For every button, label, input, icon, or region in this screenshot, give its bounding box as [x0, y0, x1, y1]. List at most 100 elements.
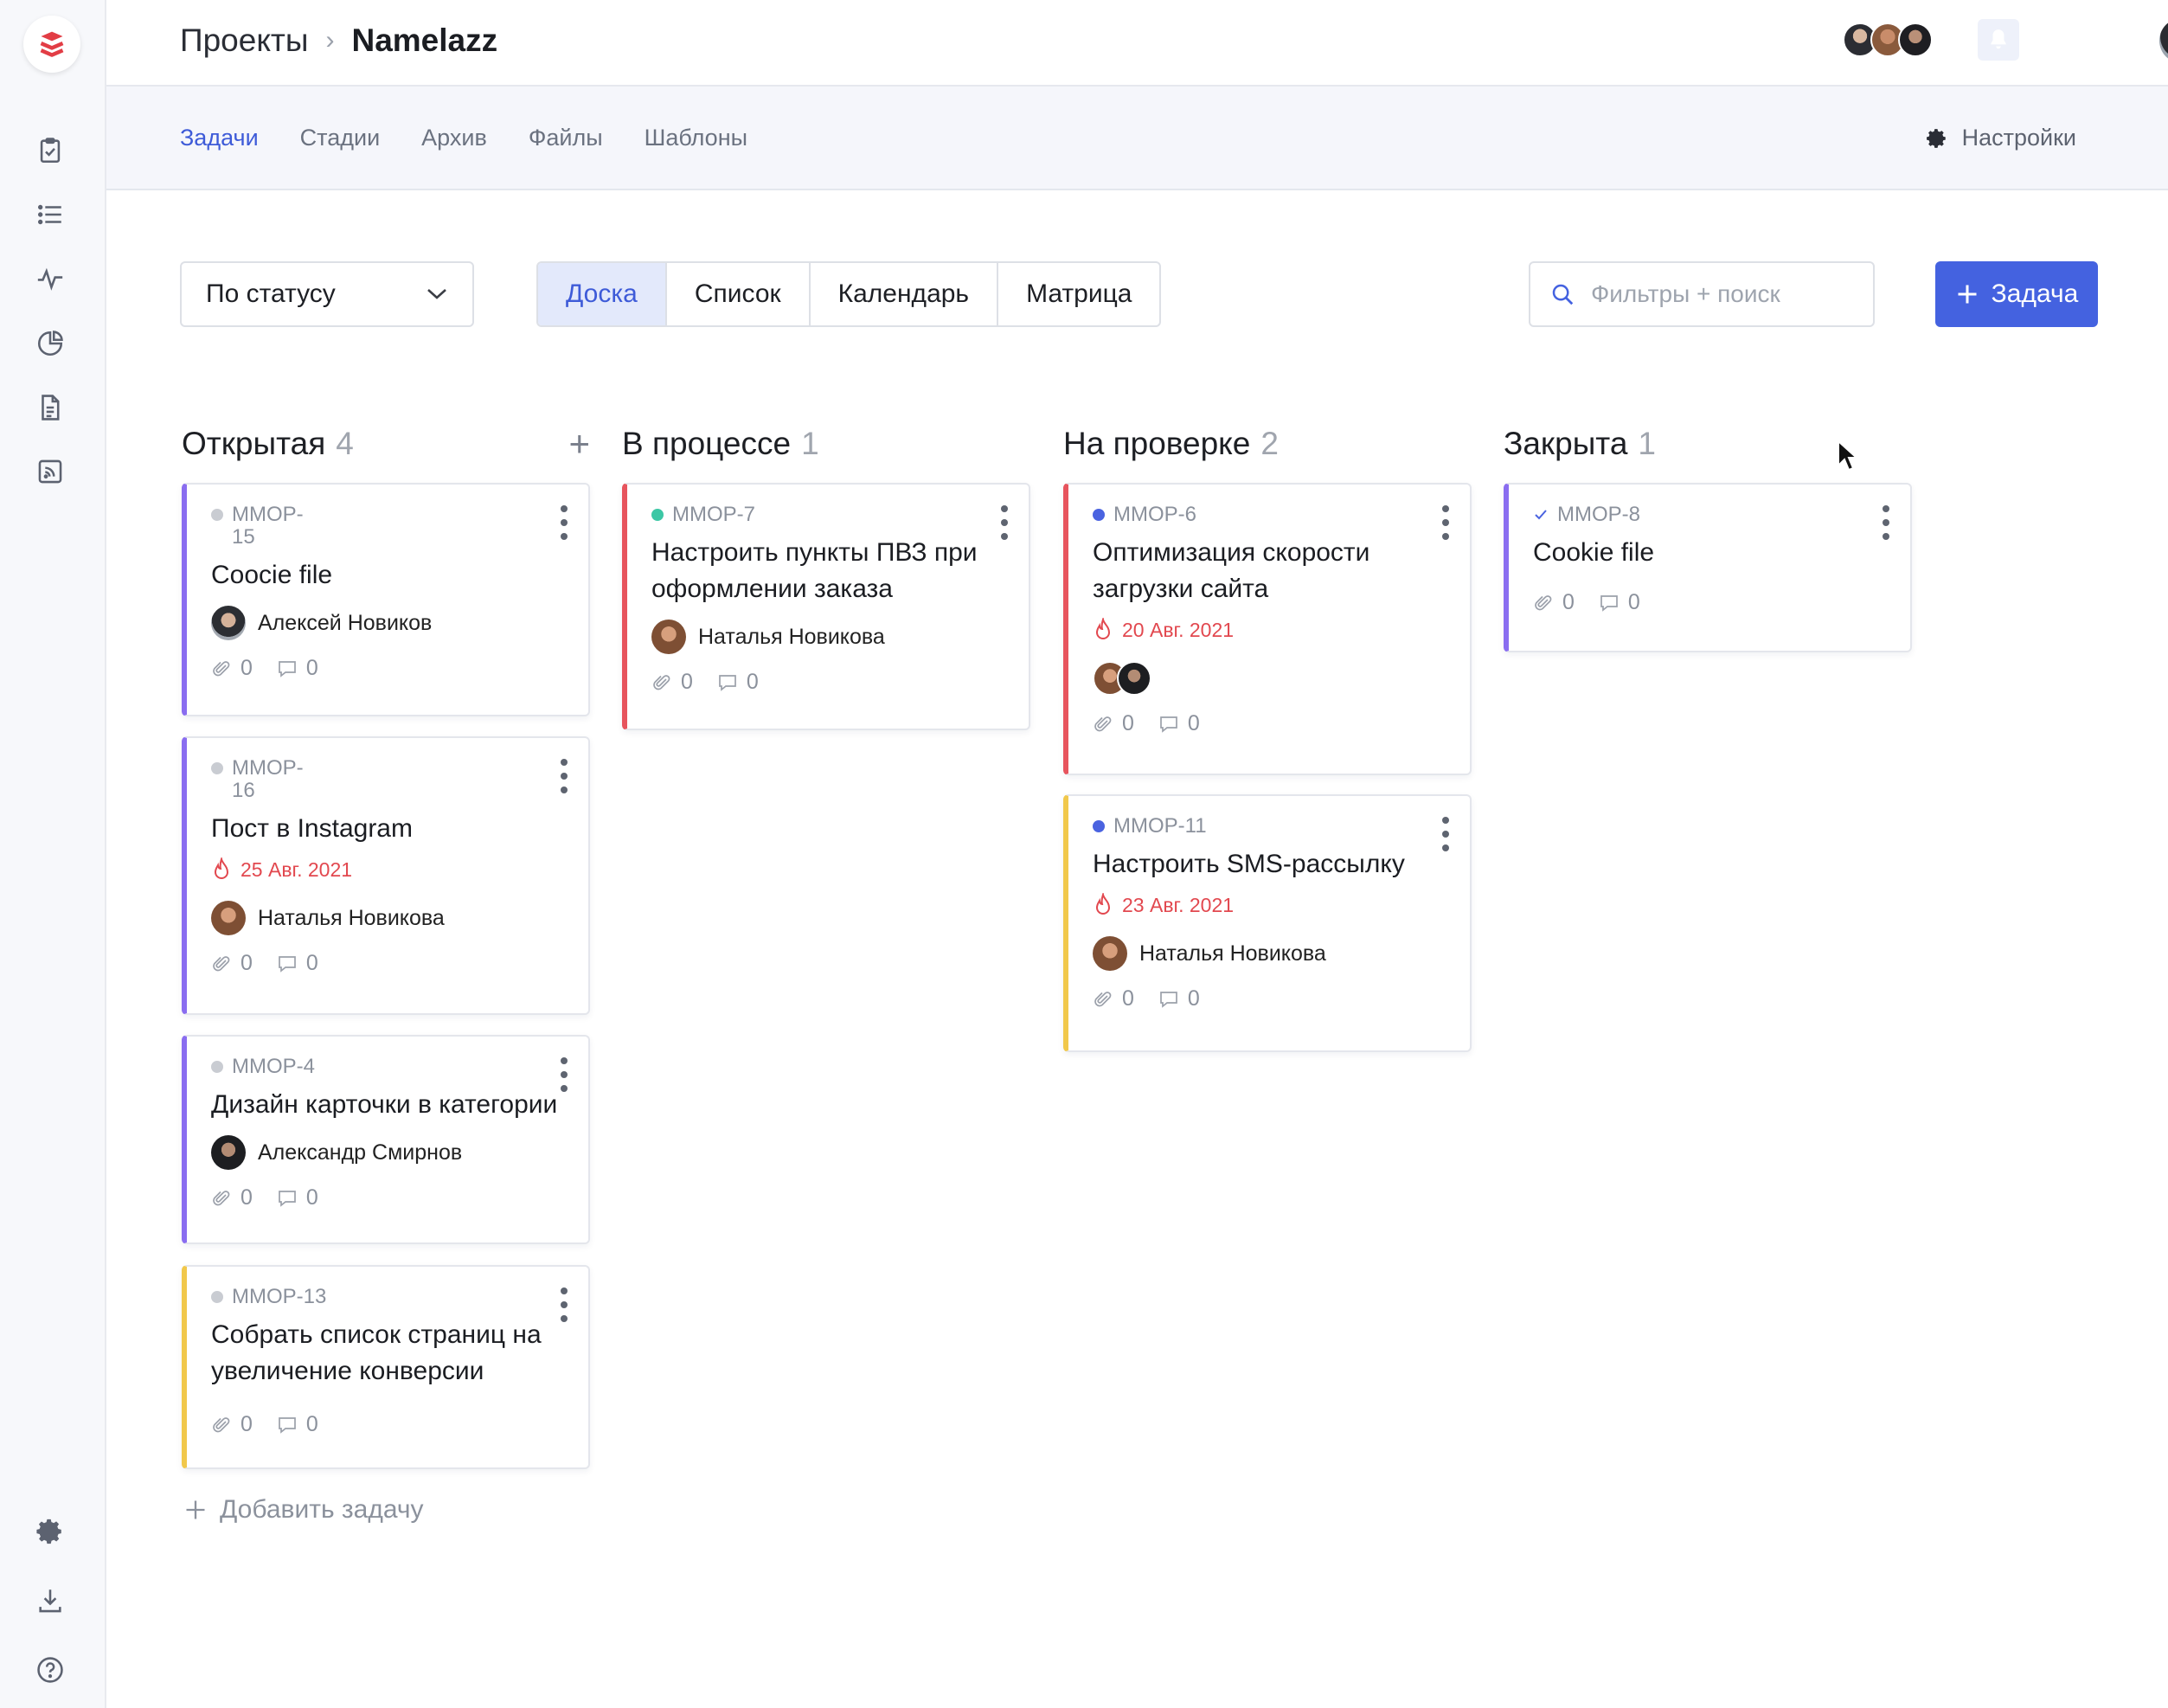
task-code: MMOP-4 [211, 1056, 564, 1078]
view-list-button[interactable]: Список [667, 263, 811, 325]
team-avatars[interactable] [1843, 22, 1933, 59]
assignee: Александр Смирнов [211, 1135, 564, 1170]
comment-icon [719, 674, 736, 691]
task-code-line: 16 [232, 779, 255, 802]
app-logo[interactable] [23, 16, 80, 73]
card-meta: 0 0 [211, 1185, 564, 1210]
task-code: MMOP-13 [211, 1286, 564, 1308]
card-meta: 0 0 [1533, 590, 1886, 615]
column-open: Открытая 4 + MMOP- 15 Coocie file Алексей… [182, 418, 590, 1469]
card-menu-icon[interactable] [996, 505, 1013, 540]
group-by-value: По статусу [206, 279, 336, 308]
view-matrix-button[interactable]: Матрица [998, 263, 1159, 325]
mouse-cursor-icon [1838, 440, 1859, 472]
assignee-name: Наталья Новикова [698, 624, 885, 649]
card-menu-icon[interactable] [1437, 817, 1454, 851]
notifications-button[interactable] [1978, 19, 2019, 61]
search-input[interactable] [1591, 280, 1850, 308]
column-in-progress: В процессе 1 MMOP-7 Настроить пункты ПВЗ… [622, 418, 1030, 730]
view-board-button[interactable]: Доска [538, 263, 667, 325]
task-card[interactable]: MMOP-7 Настроить пункты ПВЗ при оформлен… [622, 483, 1030, 730]
comment-icon [1160, 991, 1177, 1008]
list-icon[interactable] [33, 197, 67, 232]
task-card[interactable]: MMOP-11 Настроить SMS-рассылку 23 Авг. 2… [1063, 794, 1472, 1052]
attachments-count: 0 [1562, 590, 1575, 614]
avatar [1898, 22, 1933, 57]
tab-tasks[interactable]: Задачи [180, 125, 259, 151]
task-card[interactable]: MMOP-13 Собрать список страниц на увелич… [182, 1265, 590, 1469]
status-dot [211, 762, 223, 774]
task-card[interactable]: MMOP-4 Дизайн карточки в категории Алекс… [182, 1035, 590, 1244]
column-review: На проверке 2 MMOP-6 Оптимизация скорост… [1063, 418, 1472, 1052]
comment-icon [1160, 716, 1177, 733]
card-menu-icon[interactable] [1437, 505, 1454, 540]
comments-count: 0 [305, 656, 318, 680]
tab-files[interactable]: Файлы [529, 125, 603, 151]
comments-count: 0 [305, 1185, 318, 1210]
task-card[interactable]: MMOP- 16 Пост в Instagram 25 Авг. 2021 На… [182, 736, 590, 1015]
column-header: Открытая 4 + [182, 418, 590, 470]
comment-icon [279, 660, 296, 677]
task-title: Дизайн карточки в категории [211, 1090, 558, 1119]
card-menu-icon[interactable] [555, 759, 573, 793]
help-icon[interactable] [33, 1653, 67, 1687]
assignee-name: Алексей Новиков [258, 610, 433, 635]
task-title: Собрать список страниц на увеличение кон… [211, 1320, 542, 1385]
paperclip-icon [213, 660, 230, 676]
comment-icon [279, 955, 296, 973]
comments-count: 0 [1187, 986, 1200, 1011]
add-task-link[interactable]: Добавить задачу [183, 1495, 424, 1525]
card-meta: 0 0 [211, 1412, 564, 1437]
due-date-text: 23 Авг. 2021 [1122, 893, 1235, 916]
task-title: Пост в Instagram [211, 814, 413, 843]
avatar [211, 901, 246, 935]
task-card[interactable]: MMOP-8 Cookie file 0 0 [1504, 483, 1912, 652]
chart-icon[interactable] [33, 326, 67, 361]
check-icon [1535, 510, 1547, 520]
search-icon [1552, 284, 1574, 305]
add-task-button[interactable]: Задача [1935, 261, 2098, 327]
download-icon[interactable] [33, 1583, 67, 1618]
paperclip-icon [213, 1416, 230, 1432]
card-menu-icon[interactable] [555, 505, 573, 540]
comments-count: 0 [1627, 590, 1640, 614]
user-avatar[interactable] [2159, 18, 2168, 63]
task-title: Coocie file [211, 561, 333, 589]
comments-count: 0 [1187, 711, 1200, 735]
settings-icon[interactable] [33, 1514, 67, 1549]
activity-icon[interactable] [33, 261, 67, 296]
feed-icon[interactable] [33, 454, 67, 489]
status-dot [211, 1291, 223, 1303]
task-code: MMOP- 16 [211, 757, 564, 802]
task-title: Cookie file [1533, 538, 1655, 567]
assignee-name: Наталья Новикова [1139, 941, 1326, 966]
view-calendar-button[interactable]: Календарь [811, 263, 999, 325]
avatar [1117, 661, 1151, 696]
flame-icon [1095, 618, 1111, 639]
attachments-count: 0 [1122, 986, 1134, 1011]
tab-archive[interactable]: Архив [421, 125, 487, 151]
tab-templates[interactable]: Шаблоны [645, 125, 747, 151]
card-menu-icon[interactable] [555, 1287, 573, 1322]
attachments-count: 0 [241, 1185, 253, 1210]
status-dot [651, 509, 664, 521]
tab-stages[interactable]: Стадии [300, 125, 381, 151]
add-card-plus-icon[interactable]: + [568, 426, 590, 462]
column-header: На проверке 2 [1063, 418, 1472, 470]
tasks-icon[interactable] [33, 133, 67, 168]
group-by-select[interactable]: По статусу [180, 261, 474, 327]
task-code-line: MMOP- [232, 503, 304, 526]
avatar [211, 1135, 246, 1170]
comments-count: 0 [305, 951, 318, 975]
task-card[interactable]: MMOP-6 Оптимизация скорости загрузки сай… [1063, 483, 1472, 775]
card-menu-icon[interactable] [555, 1057, 573, 1092]
breadcrumb-projects-link[interactable]: Проекты [180, 22, 308, 59]
paperclip-icon [653, 674, 670, 690]
assignees [1093, 661, 1446, 696]
settings-button[interactable]: Настройки [1926, 125, 2076, 151]
card-meta: 0 0 [1093, 711, 1446, 736]
document-icon[interactable] [33, 390, 67, 425]
card-menu-icon[interactable] [1877, 505, 1895, 540]
assignee: Наталья Новикова [651, 620, 1004, 654]
task-card[interactable]: MMOP- 15 Coocie file Алексей Новиков 0 0 [182, 483, 590, 716]
